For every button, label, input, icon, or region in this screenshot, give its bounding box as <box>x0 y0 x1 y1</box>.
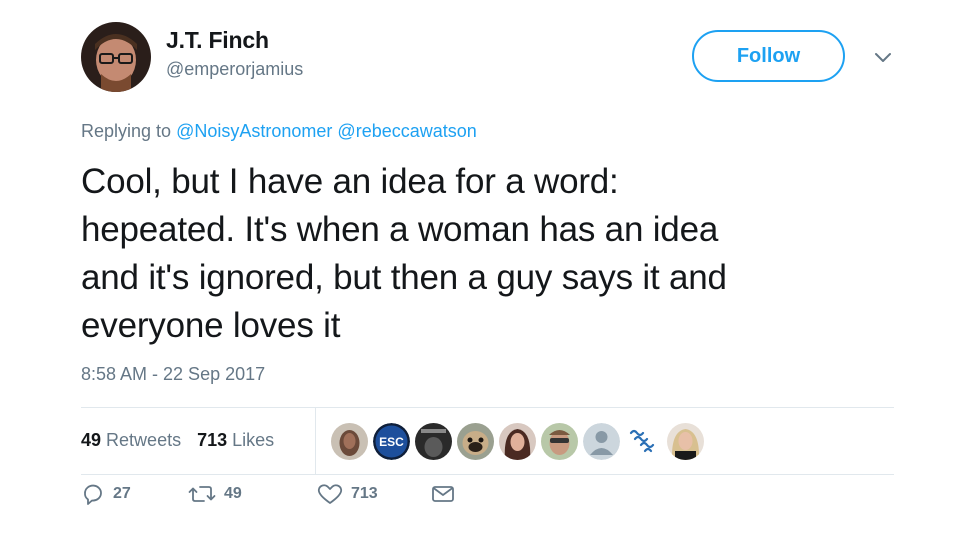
user-avatar-icon <box>81 22 151 92</box>
retweets-count: 49 <box>81 430 102 450</box>
liker-avatar-6-icon <box>541 423 578 460</box>
like-button[interactable]: 713 <box>317 482 378 506</box>
retweet-count: 49 <box>224 485 242 502</box>
tweet-text-line: hepeated. It's when a woman has an idea <box>81 210 719 249</box>
reply-icon <box>84 484 102 505</box>
liker-avatar-default-icon <box>583 423 620 460</box>
liker-avatar-esc-icon: ESC <box>373 423 410 460</box>
envelope-icon <box>432 486 454 502</box>
liker-avatar-9-icon <box>667 423 704 460</box>
liker-avatar-5-icon <box>499 423 536 460</box>
liker-avatar-pug-icon <box>457 423 494 460</box>
tweet-text-line: everyone loves it <box>81 306 341 345</box>
liker-avatar[interactable]: ESC <box>373 423 410 460</box>
svg-text:ESC: ESC <box>379 435 404 449</box>
liker-avatar[interactable] <box>499 423 536 460</box>
chevron-down-icon[interactable] <box>872 46 894 68</box>
tweet-text: Cool, but I have an idea for a word: hep… <box>81 158 881 350</box>
liker-avatar-3-icon <box>415 423 452 460</box>
retweet-button[interactable]: 49 <box>188 482 242 506</box>
replying-to: Replying to @NoisyAstronomer @rebeccawat… <box>81 121 477 142</box>
liker-avatars: ESC <box>331 423 704 460</box>
replying-prefix: Replying to <box>81 121 172 141</box>
liker-avatar[interactable] <box>415 423 452 460</box>
follow-button[interactable]: Follow <box>692 30 845 82</box>
liker-avatar[interactable] <box>625 423 662 460</box>
reply-count: 27 <box>113 485 131 502</box>
likes-stat[interactable]: 713 Likes <box>197 430 274 451</box>
divider <box>81 407 894 408</box>
retweets-stat[interactable]: 49 Retweets <box>81 430 181 451</box>
retweets-label: Retweets <box>106 430 182 450</box>
author-handle[interactable]: @emperorjamius <box>166 59 303 80</box>
liker-avatar[interactable] <box>331 423 368 460</box>
stats-separator <box>315 407 316 474</box>
mention-link[interactable]: @NoisyAstronomer <box>176 121 332 141</box>
liker-avatar-1-icon <box>331 423 368 460</box>
tweet-stats: 49 Retweets 713 Likes <box>81 430 274 451</box>
author-name[interactable]: J.T. Finch <box>166 27 269 54</box>
tweet-timestamp[interactable]: 8:58 AM - 22 Sep 2017 <box>81 364 265 385</box>
liker-avatar[interactable] <box>583 423 620 460</box>
likes-label: Likes <box>232 430 275 450</box>
likes-count: 713 <box>197 430 228 450</box>
like-count: 713 <box>351 485 378 502</box>
mention-link[interactable]: @rebeccawatson <box>337 121 476 141</box>
author-avatar[interactable] <box>81 22 151 92</box>
liker-avatar[interactable] <box>457 423 494 460</box>
liker-avatar[interactable] <box>667 423 704 460</box>
divider <box>81 474 894 475</box>
reply-button[interactable]: 27 <box>81 482 131 506</box>
retweet-icon <box>188 486 216 502</box>
heart-icon <box>317 484 343 504</box>
liker-avatar[interactable] <box>541 423 578 460</box>
liker-avatar-logo-icon <box>625 423 662 460</box>
tweet-text-line: Cool, but I have an idea for a word: <box>81 162 619 201</box>
direct-message-button[interactable] <box>431 482 455 506</box>
tweet-text-line: and it's ignored, but then a guy says it… <box>81 258 727 297</box>
